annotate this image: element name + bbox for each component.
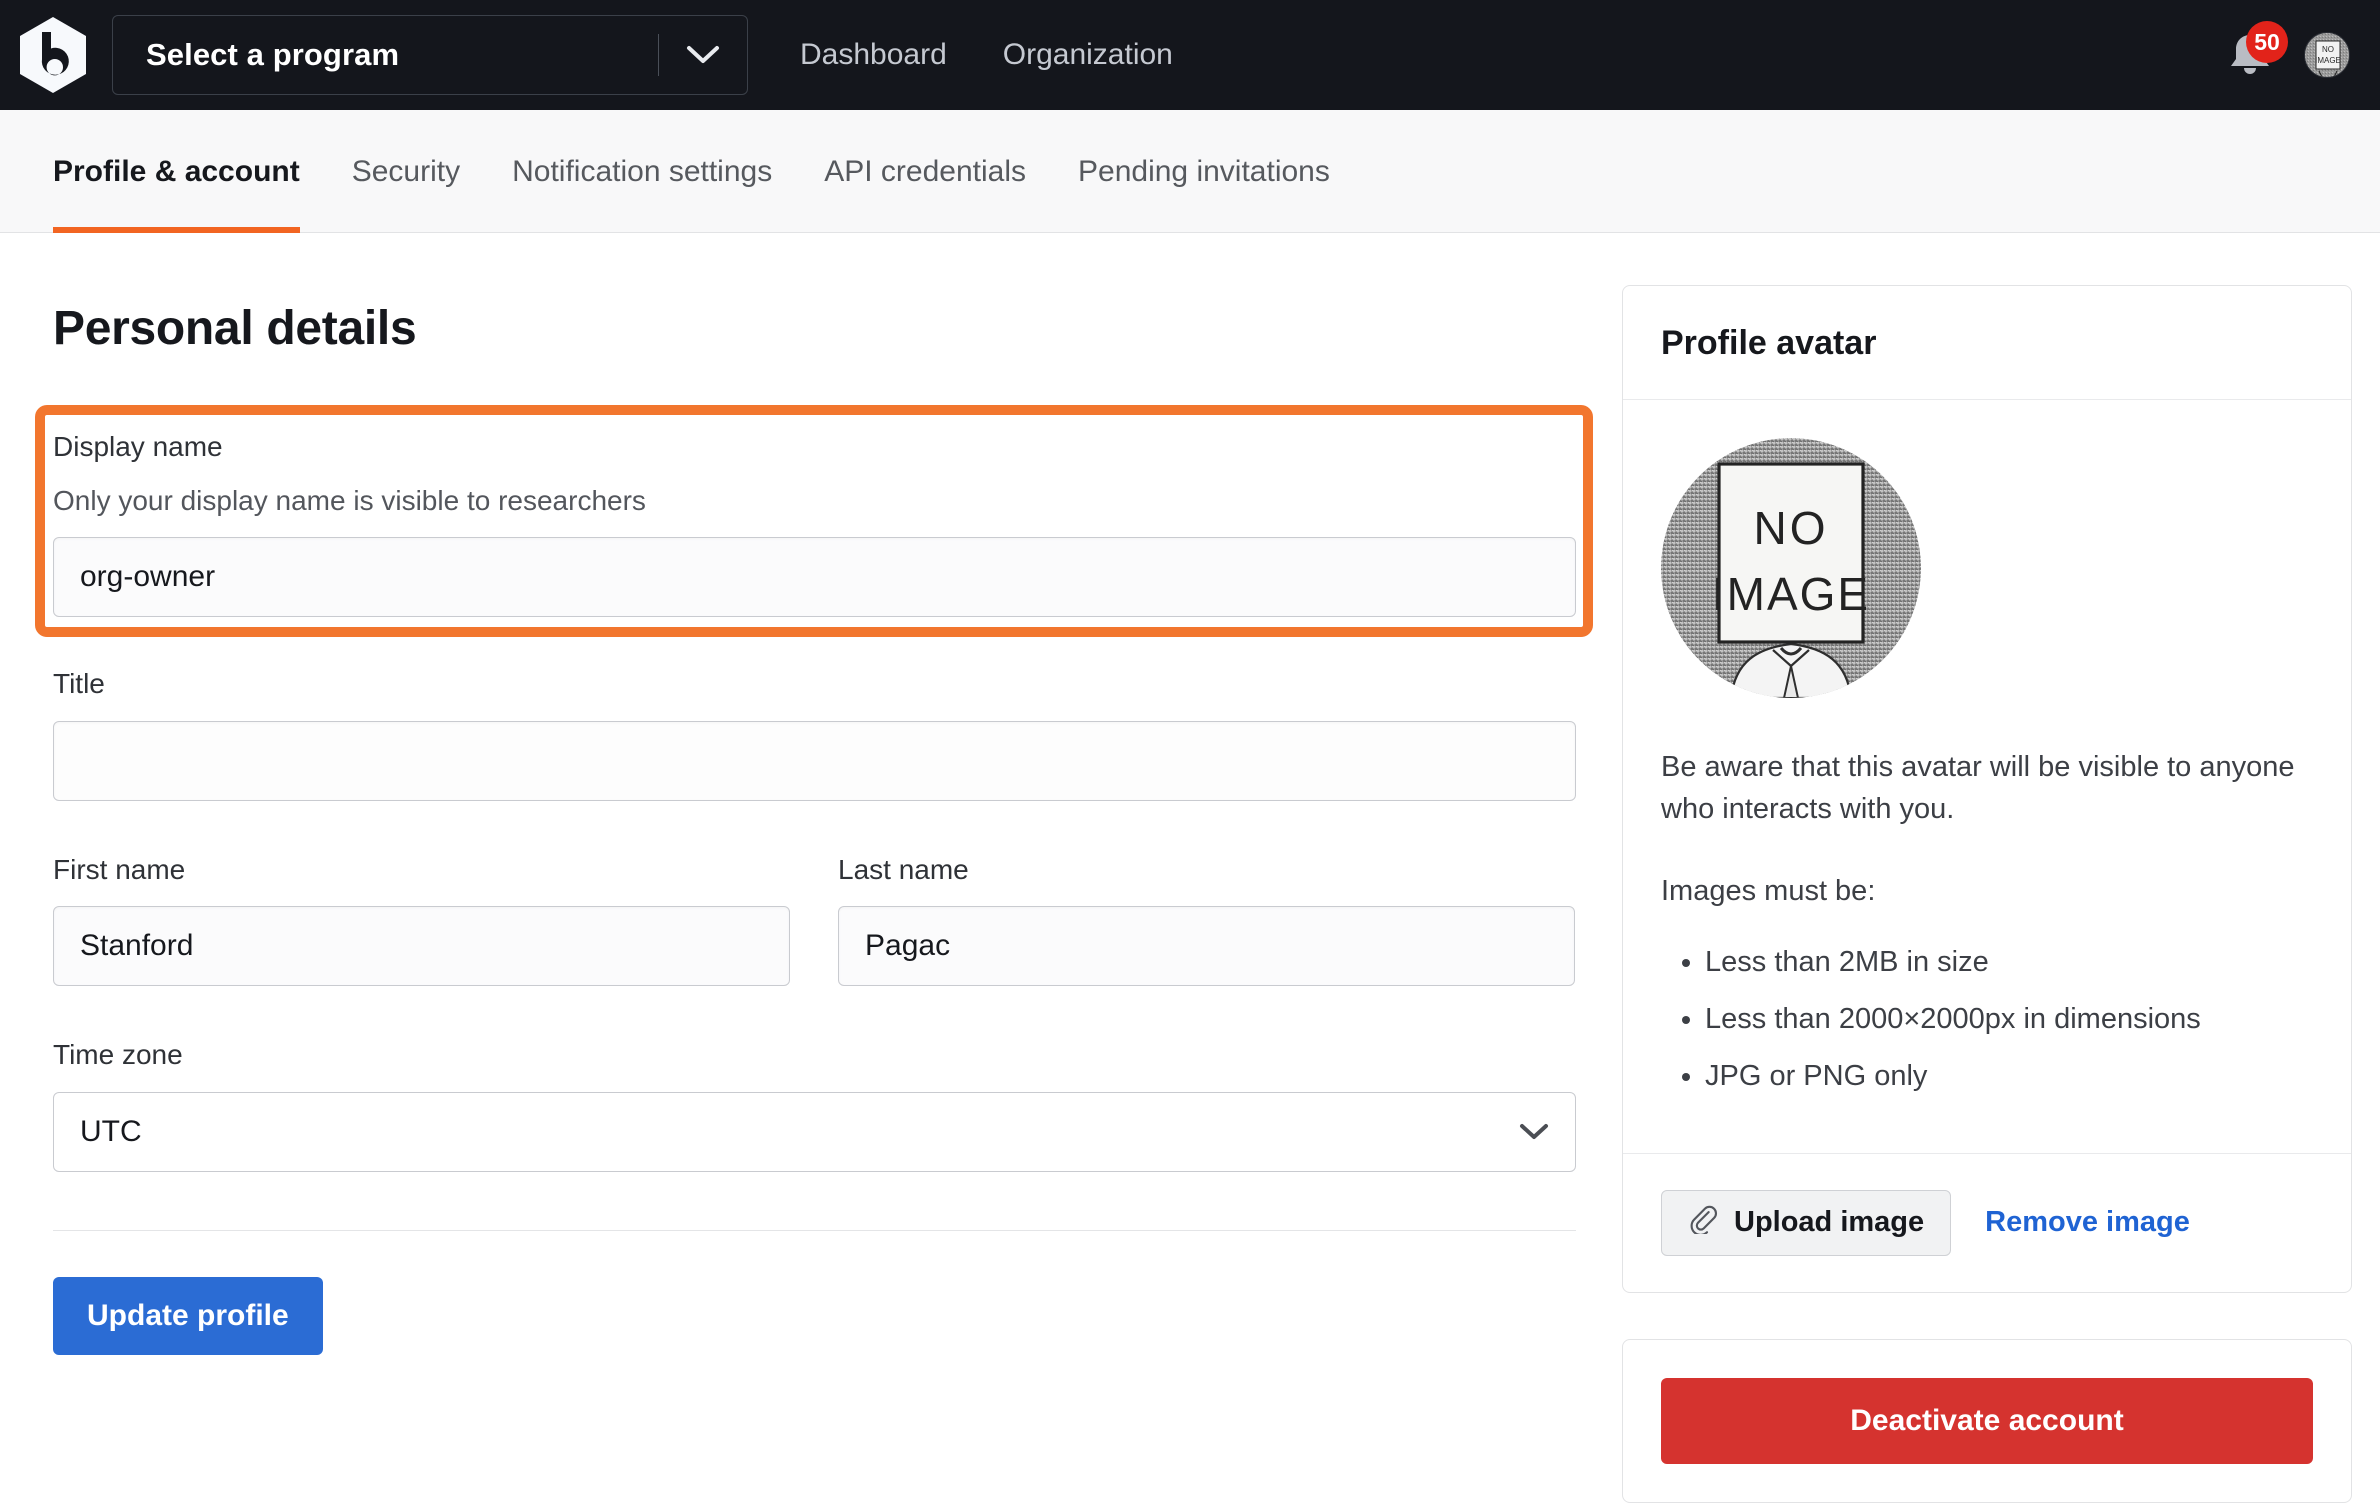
time-zone-value: UTC	[80, 1114, 142, 1148]
svg-text:NO: NO	[2322, 45, 2334, 54]
time-zone-select[interactable]: UTC	[53, 1091, 1576, 1172]
chevron-down-icon	[1519, 1115, 1549, 1149]
tab-api-credentials[interactable]: API credentials	[798, 110, 1052, 233]
last-name-input[interactable]: Pagac	[838, 906, 1575, 987]
bugcrowd-logo-link[interactable]	[0, 0, 106, 110]
svg-text:NO: NO	[1754, 502, 1829, 554]
avatar-visibility-notice: Be aware that this avatar will be visibl…	[1661, 751, 2295, 826]
notifications-count-badge: 50	[2246, 21, 2288, 63]
tab-pending-invitations[interactable]: Pending invitations	[1052, 110, 1356, 233]
title-input[interactable]	[53, 720, 1576, 801]
right-sidebar: Profile avatar NO IMAGE Be aware that th…	[1622, 233, 2352, 1503]
profile-avatar-card-header: Profile avatar	[1623, 286, 2351, 400]
time-zone-label: Time zone	[53, 1039, 183, 1071]
tab-notification-settings[interactable]: Notification settings	[486, 110, 798, 233]
tab-label: API credentials	[824, 154, 1027, 188]
notifications-button[interactable]: 50	[2220, 21, 2288, 85]
tab-label: Notification settings	[512, 154, 773, 188]
main-content: Personal details Display name Only your …	[0, 233, 2380, 1503]
remove-image-link[interactable]: Remove image	[1985, 1206, 2190, 1239]
page-title: Personal details	[53, 302, 417, 355]
personal-details-form: Personal details Display name Only your …	[35, 233, 1593, 1355]
avatar-requirements-title: Images must be:	[1661, 875, 1876, 908]
tab-label: Pending invitations	[1078, 154, 1330, 188]
list-item: Less than 2MB in size	[1705, 940, 2313, 985]
avatar-no-image-icon: NO IMAGE	[1661, 438, 1921, 698]
deactivate-account-button[interactable]: Deactivate account	[1661, 1377, 2313, 1464]
tab-profile-account[interactable]: Profile & account	[53, 110, 326, 233]
upload-image-button[interactable]: Upload image	[1661, 1189, 1952, 1256]
last-name-label: Last name	[838, 853, 969, 885]
first-name-label: First name	[53, 853, 186, 885]
danger-zone-card: Deactivate account	[1622, 1338, 2352, 1503]
display-name-highlight-frame	[35, 405, 1593, 637]
profile-avatar-card-body: NO IMAGE Be aware that this avatar will …	[1623, 400, 2351, 1153]
main-navigation: Dashboard Organization	[792, 32, 1181, 78]
first-name-input[interactable]: Stanford	[53, 906, 790, 987]
name-fields-row: First name Stanford Last name Pagac	[53, 853, 1576, 987]
field-title: Title	[53, 667, 1576, 801]
paperclip-icon	[1688, 1204, 1718, 1242]
program-selector[interactable]: Select a program	[112, 15, 748, 95]
nav-item-organization[interactable]: Organization	[995, 32, 1181, 78]
svg-text:IMAGE: IMAGE	[1712, 568, 1870, 620]
svg-text:IMAGE: IMAGE	[2315, 56, 2341, 65]
title-label: Title	[53, 668, 105, 700]
tab-label: Profile & account	[53, 154, 300, 188]
tab-label: Security	[351, 154, 461, 188]
chevron-down-icon[interactable]	[659, 45, 747, 65]
field-first-name: First name Stanford	[53, 853, 790, 987]
field-last-name: Last name Pagac	[838, 853, 1575, 987]
profile-avatar-card-footer: Upload image Remove image	[1623, 1152, 2351, 1292]
program-selector-label: Select a program	[146, 37, 400, 72]
profile-avatar-image: NO IMAGE	[1661, 438, 1921, 698]
top-bar-actions: 50 NO IMAGE	[2220, 0, 2350, 110]
bugcrowd-logo-icon	[18, 16, 88, 94]
avatar-requirements-list: Less than 2MB in size Less than 2000×200…	[1661, 940, 2313, 1099]
settings-tab-bar: Profile & account Security Notification …	[0, 110, 2380, 233]
profile-avatar-title: Profile avatar	[1661, 324, 1877, 362]
upload-image-label: Upload image	[1734, 1206, 1925, 1239]
profile-avatar-card: Profile avatar NO IMAGE Be aware that th…	[1622, 285, 2352, 1293]
tab-security[interactable]: Security	[326, 110, 486, 233]
nav-item-dashboard[interactable]: Dashboard	[792, 32, 955, 78]
update-profile-button[interactable]: Update profile	[53, 1276, 323, 1355]
user-avatar-button[interactable]: NO IMAGE	[2304, 32, 2350, 78]
avatar-no-image-icon: NO IMAGE	[2305, 33, 2349, 77]
list-item: JPG or PNG only	[1705, 1054, 2313, 1099]
top-navigation-bar: Select a program Dashboard Organization …	[0, 0, 2380, 110]
list-item: Less than 2000×2000px in dimensions	[1705, 997, 2313, 1042]
field-time-zone: Time zone UTC	[53, 1038, 1576, 1172]
form-divider	[53, 1229, 1576, 1231]
